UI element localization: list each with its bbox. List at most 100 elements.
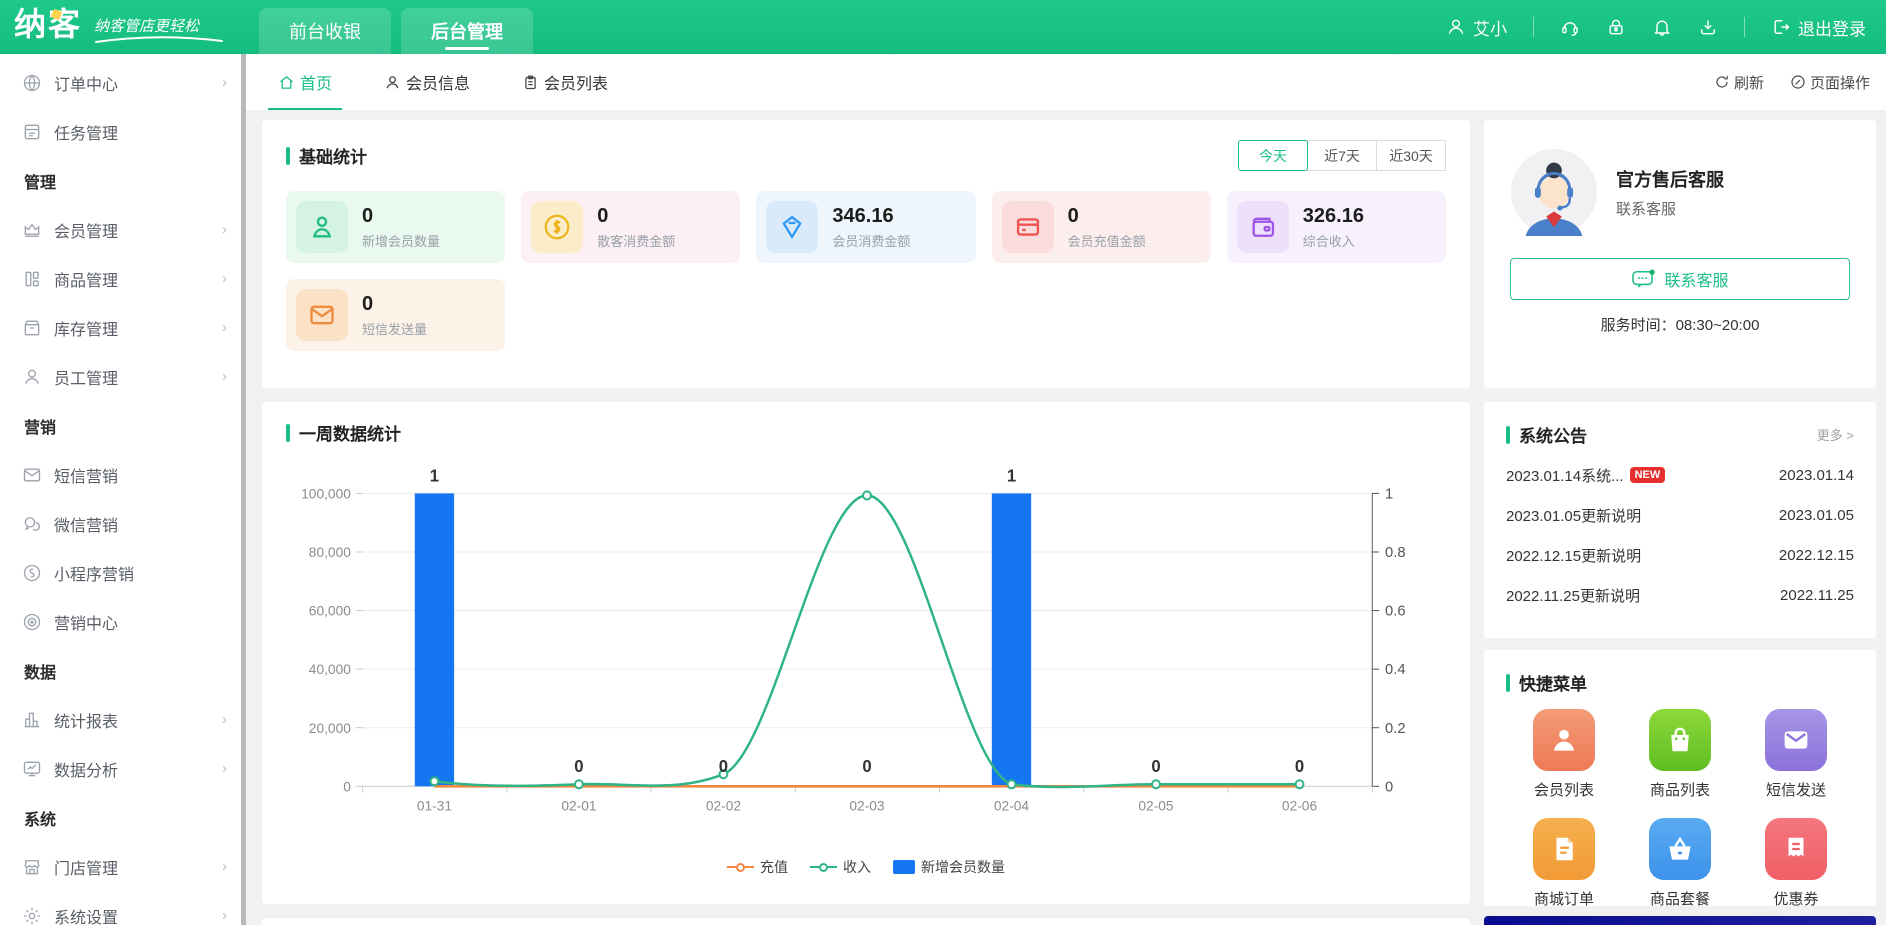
line-series-income[interactable] — [434, 495, 1299, 787]
tab-backend-admin[interactable]: 后台管理 — [401, 8, 533, 54]
svg-text:02-04: 02-04 — [994, 797, 1029, 813]
bar-02-04[interactable] — [992, 493, 1031, 786]
goods-icon — [22, 269, 42, 289]
tab-home[interactable]: 首页 — [274, 54, 336, 110]
gridlines — [363, 493, 1373, 727]
weekly-chart[interactable]: 100,000 80,000 60,000 40,000 20,000 0 — [286, 453, 1446, 857]
stat-card-new-members: 0新增会员数量 — [286, 191, 505, 263]
content-area: 首页 会员信息 会员列表 刷新 页面操作 — [246, 54, 1886, 925]
notice-item[interactable]: 2023.01.14系统...NEW 2023.01.14 — [1506, 455, 1854, 495]
sidebar-item-staff-mgmt[interactable]: 员工管理› — [0, 352, 241, 401]
user-menu[interactable]: 艾小 — [1446, 15, 1507, 40]
target-icon — [22, 612, 42, 632]
sidebar-item-stat-report[interactable]: 统计报表› — [0, 695, 241, 744]
service-hours: 服务时间：08:30~20:00 — [1510, 314, 1850, 335]
notice-date: 2023.01.14 — [1779, 467, 1854, 484]
notice-more-link[interactable]: 更多 > — [1817, 425, 1854, 444]
quick-sms-send[interactable]: 短信发送 — [1765, 709, 1827, 800]
envelope-icon — [1780, 724, 1812, 756]
sidebar-item-goods-mgmt[interactable]: 商品管理› — [0, 254, 241, 303]
period-toggle: 今天 近7天 近30天 — [1239, 140, 1446, 171]
chevron-right-icon: › — [222, 858, 227, 875]
quick-member-list[interactable]: 会员列表 — [1533, 709, 1595, 800]
gear-icon — [22, 906, 42, 925]
member-icon — [308, 213, 336, 241]
legend-new-members[interactable]: 新增会员数量 — [893, 857, 1005, 877]
period-30days-button[interactable]: 近30天 — [1376, 140, 1446, 171]
download-icon[interactable] — [1698, 17, 1718, 37]
svg-text:0: 0 — [1385, 778, 1393, 795]
sidebar-item-task[interactable]: 任务管理 — [0, 107, 241, 156]
customer-service-panel: 官方售后客服 联系客服 联系客服 服务时间：08:30~20:0 — [1484, 120, 1876, 388]
svg-text:60,000: 60,000 — [309, 602, 351, 618]
page-operations-button[interactable]: 页面操作 — [1790, 72, 1870, 93]
notice-title: 系统公告 — [1506, 422, 1587, 447]
svg-text:0: 0 — [1151, 757, 1160, 776]
sidebar-item-sms-marketing[interactable]: 短信营销 — [0, 450, 241, 499]
barchart-icon — [22, 710, 42, 730]
sidebar-item-inventory-mgmt[interactable]: 库存管理› — [0, 303, 241, 352]
bag-icon — [1665, 725, 1695, 755]
lock-icon[interactable] — [1606, 17, 1626, 37]
tab-member-info[interactable]: 会员信息 — [380, 54, 474, 110]
quick-coupons[interactable]: 优惠券 — [1765, 818, 1827, 909]
notice-date: 2023.01.05 — [1779, 507, 1854, 524]
person-icon — [22, 367, 42, 387]
svg-text:02-02: 02-02 — [706, 797, 741, 813]
sidebar: 订单中心› 任务管理 管理 会员管理› 商品管理› 库存管理› 员工管理› 营销… — [0, 54, 246, 925]
task-icon — [22, 122, 42, 142]
tab-front-cashier[interactable]: 前台收银 — [259, 8, 391, 54]
stat-card-recharge: 0会员充值金额 — [992, 191, 1211, 263]
page-tabbar: 首页 会员信息 会员列表 刷新 页面操作 — [246, 54, 1886, 110]
contact-service-button[interactable]: 联系客服 — [1510, 258, 1850, 300]
sidebar-item-member-mgmt[interactable]: 会员管理› — [0, 205, 241, 254]
coin-icon — [542, 212, 572, 242]
bar-01-31[interactable] — [415, 493, 454, 786]
mode-tabs: 前台收银 后台管理 — [259, 0, 533, 54]
sidebar-item-store-mgmt[interactable]: 门店管理› — [0, 842, 241, 891]
sms-icon — [308, 301, 336, 329]
svg-text:0: 0 — [343, 778, 351, 794]
legend-recharge[interactable]: 充值 — [727, 857, 788, 877]
logout-button[interactable]: 退出登录 — [1771, 15, 1866, 40]
notice-item[interactable]: 2022.11.25更新说明 2022.11.25 — [1506, 575, 1854, 615]
logout-icon — [1771, 17, 1791, 37]
store-icon — [22, 857, 42, 877]
svg-text:80,000: 80,000 — [309, 544, 351, 560]
tab-member-list[interactable]: 会员列表 — [518, 54, 612, 110]
quick-mall-orders[interactable]: 商城订单 — [1533, 818, 1595, 909]
sidebar-item-miniapp-marketing[interactable]: 小程序营销 — [0, 548, 241, 597]
headset-icon[interactable] — [1560, 17, 1580, 37]
sidebar-item-system-settings[interactable]: 系统设置› — [0, 891, 241, 925]
notice-item[interactable]: 2022.12.15更新说明 2022.12.15 — [1506, 535, 1854, 575]
sidebar-item-marketing-center[interactable]: 营销中心 — [0, 597, 241, 646]
sidebar-item-order-center[interactable]: 订单中心› — [0, 58, 241, 107]
order-icon — [1549, 834, 1579, 864]
sidebar-section-data: 数据 — [0, 646, 241, 695]
chart-legend: 充值 收入 新增会员数量 — [286, 857, 1446, 877]
bell-icon[interactable] — [1652, 17, 1672, 37]
logout-label: 退出登录 — [1798, 15, 1866, 40]
notice-date: 2022.11.25 — [1780, 587, 1854, 604]
legend-income[interactable]: 收入 — [810, 857, 871, 877]
svg-text:0.4: 0.4 — [1385, 661, 1405, 678]
sidebar-item-wechat-marketing[interactable]: 微信营销 — [0, 499, 241, 548]
gauge-icon — [1790, 74, 1806, 90]
quick-goods-combo[interactable]: 商品套餐 — [1649, 818, 1711, 909]
stat-card-walkin-spend: 0散客消费金额 — [521, 191, 740, 263]
period-7days-button[interactable]: 近7天 — [1307, 140, 1377, 171]
brand: 纳客 纳客管店更轻松 — [0, 8, 217, 46]
quick-goods-list[interactable]: 商品列表 — [1649, 709, 1711, 800]
service-subtitle: 联系客服 — [1616, 198, 1724, 219]
right-axis-labels: 1 0.8 0.6 0.4 0.2 0 — [1385, 485, 1405, 795]
divider — [1744, 17, 1745, 37]
coupon-icon — [1781, 834, 1811, 864]
wechat-icon — [22, 514, 42, 534]
refresh-button[interactable]: 刷新 — [1714, 72, 1764, 93]
period-today-button[interactable]: 今天 — [1238, 140, 1308, 171]
sidebar-section-system: 系统 — [0, 793, 241, 842]
notice-item[interactable]: 2023.01.05更新说明 2023.01.05 — [1506, 495, 1854, 535]
stat-card-member-spend: 346.16会员消费金额 — [756, 191, 975, 263]
bar-series-new-members[interactable] — [415, 493, 1031, 786]
sidebar-item-data-analysis[interactable]: 数据分析› — [0, 744, 241, 793]
